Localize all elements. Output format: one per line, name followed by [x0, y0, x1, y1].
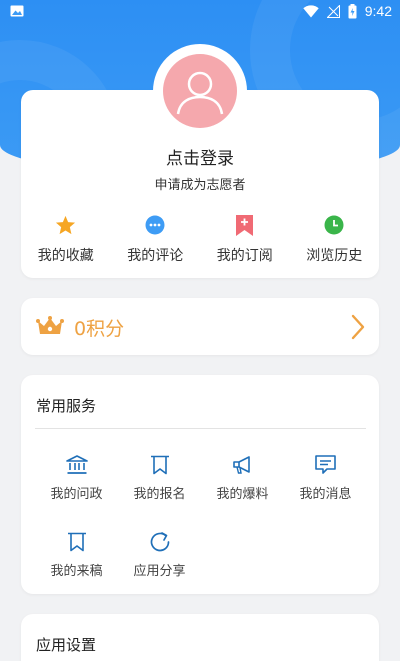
- wifi-icon: [303, 4, 319, 17]
- volunteer-link[interactable]: 申请成为志愿者: [21, 174, 379, 193]
- avatar[interactable]: [153, 44, 247, 138]
- service-label: 我的报名: [133, 487, 186, 502]
- bookmark-icon: [150, 455, 169, 475]
- quick-action-label: 我的评论: [127, 248, 184, 264]
- subscribe-bookmark-icon: [236, 214, 254, 236]
- service-label: 应用分享: [133, 564, 186, 579]
- chevron-right-icon[interactable]: [351, 314, 365, 340]
- signal-icon: [326, 4, 340, 18]
- share-icon: [150, 532, 169, 552]
- megaphone-icon: [232, 456, 250, 474]
- quick-action-favorites[interactable]: 我的收藏: [21, 214, 111, 265]
- service-my-messages[interactable]: 我的消息: [284, 453, 367, 530]
- quick-action-label: 我的订阅: [216, 248, 273, 264]
- history-clock-icon: [324, 215, 344, 235]
- service-label: 我的问政: [50, 487, 103, 502]
- service-label: 我的爆料: [216, 487, 269, 502]
- divider: [35, 428, 366, 429]
- user-avatar-icon: [176, 71, 224, 115]
- services-card: 常用服务 我的问政 我的报名 我的爆料 我的消息 我的来稿 应用分享: [21, 375, 379, 594]
- battery-charging-icon: [348, 3, 357, 18]
- comment-icon: [145, 215, 165, 235]
- service-label: 我的消息: [299, 487, 352, 502]
- login-button[interactable]: 点击登录: [21, 144, 379, 169]
- image-notification-icon: [10, 5, 24, 17]
- services-title: 常用服务: [36, 397, 97, 415]
- points-value: 0积分: [74, 318, 125, 340]
- settings-title: 应用设置: [36, 636, 97, 654]
- government-building-icon: [65, 455, 88, 474]
- service-my-tips[interactable]: 我的爆料: [201, 453, 284, 530]
- quick-action-label: 我的收藏: [37, 248, 94, 264]
- quick-action-subscriptions[interactable]: 我的订阅: [200, 214, 290, 265]
- service-app-share[interactable]: 应用分享: [118, 530, 201, 607]
- star-icon: [56, 215, 76, 235]
- service-label: 我的来稿: [50, 564, 103, 579]
- quick-actions: 我的收藏 我的评论 我的订阅 浏览历史: [21, 214, 379, 265]
- settings-card[interactable]: 应用设置: [21, 614, 379, 661]
- points-card[interactable]: 0积分: [21, 298, 379, 355]
- status-bar: 9:42: [0, 0, 400, 24]
- quick-action-comments[interactable]: 我的评论: [111, 214, 201, 265]
- service-my-inquiries[interactable]: 我的问政: [35, 453, 118, 530]
- quick-action-history[interactable]: 浏览历史: [290, 214, 380, 265]
- crown-icon: [36, 316, 64, 334]
- message-icon: [315, 455, 336, 474]
- service-my-registrations[interactable]: 我的报名: [118, 453, 201, 530]
- status-time: 9:42: [364, 3, 392, 19]
- service-my-submissions[interactable]: 我的来稿: [35, 530, 118, 607]
- quick-action-label: 浏览历史: [306, 248, 363, 264]
- submission-bookmark-icon: [67, 532, 86, 552]
